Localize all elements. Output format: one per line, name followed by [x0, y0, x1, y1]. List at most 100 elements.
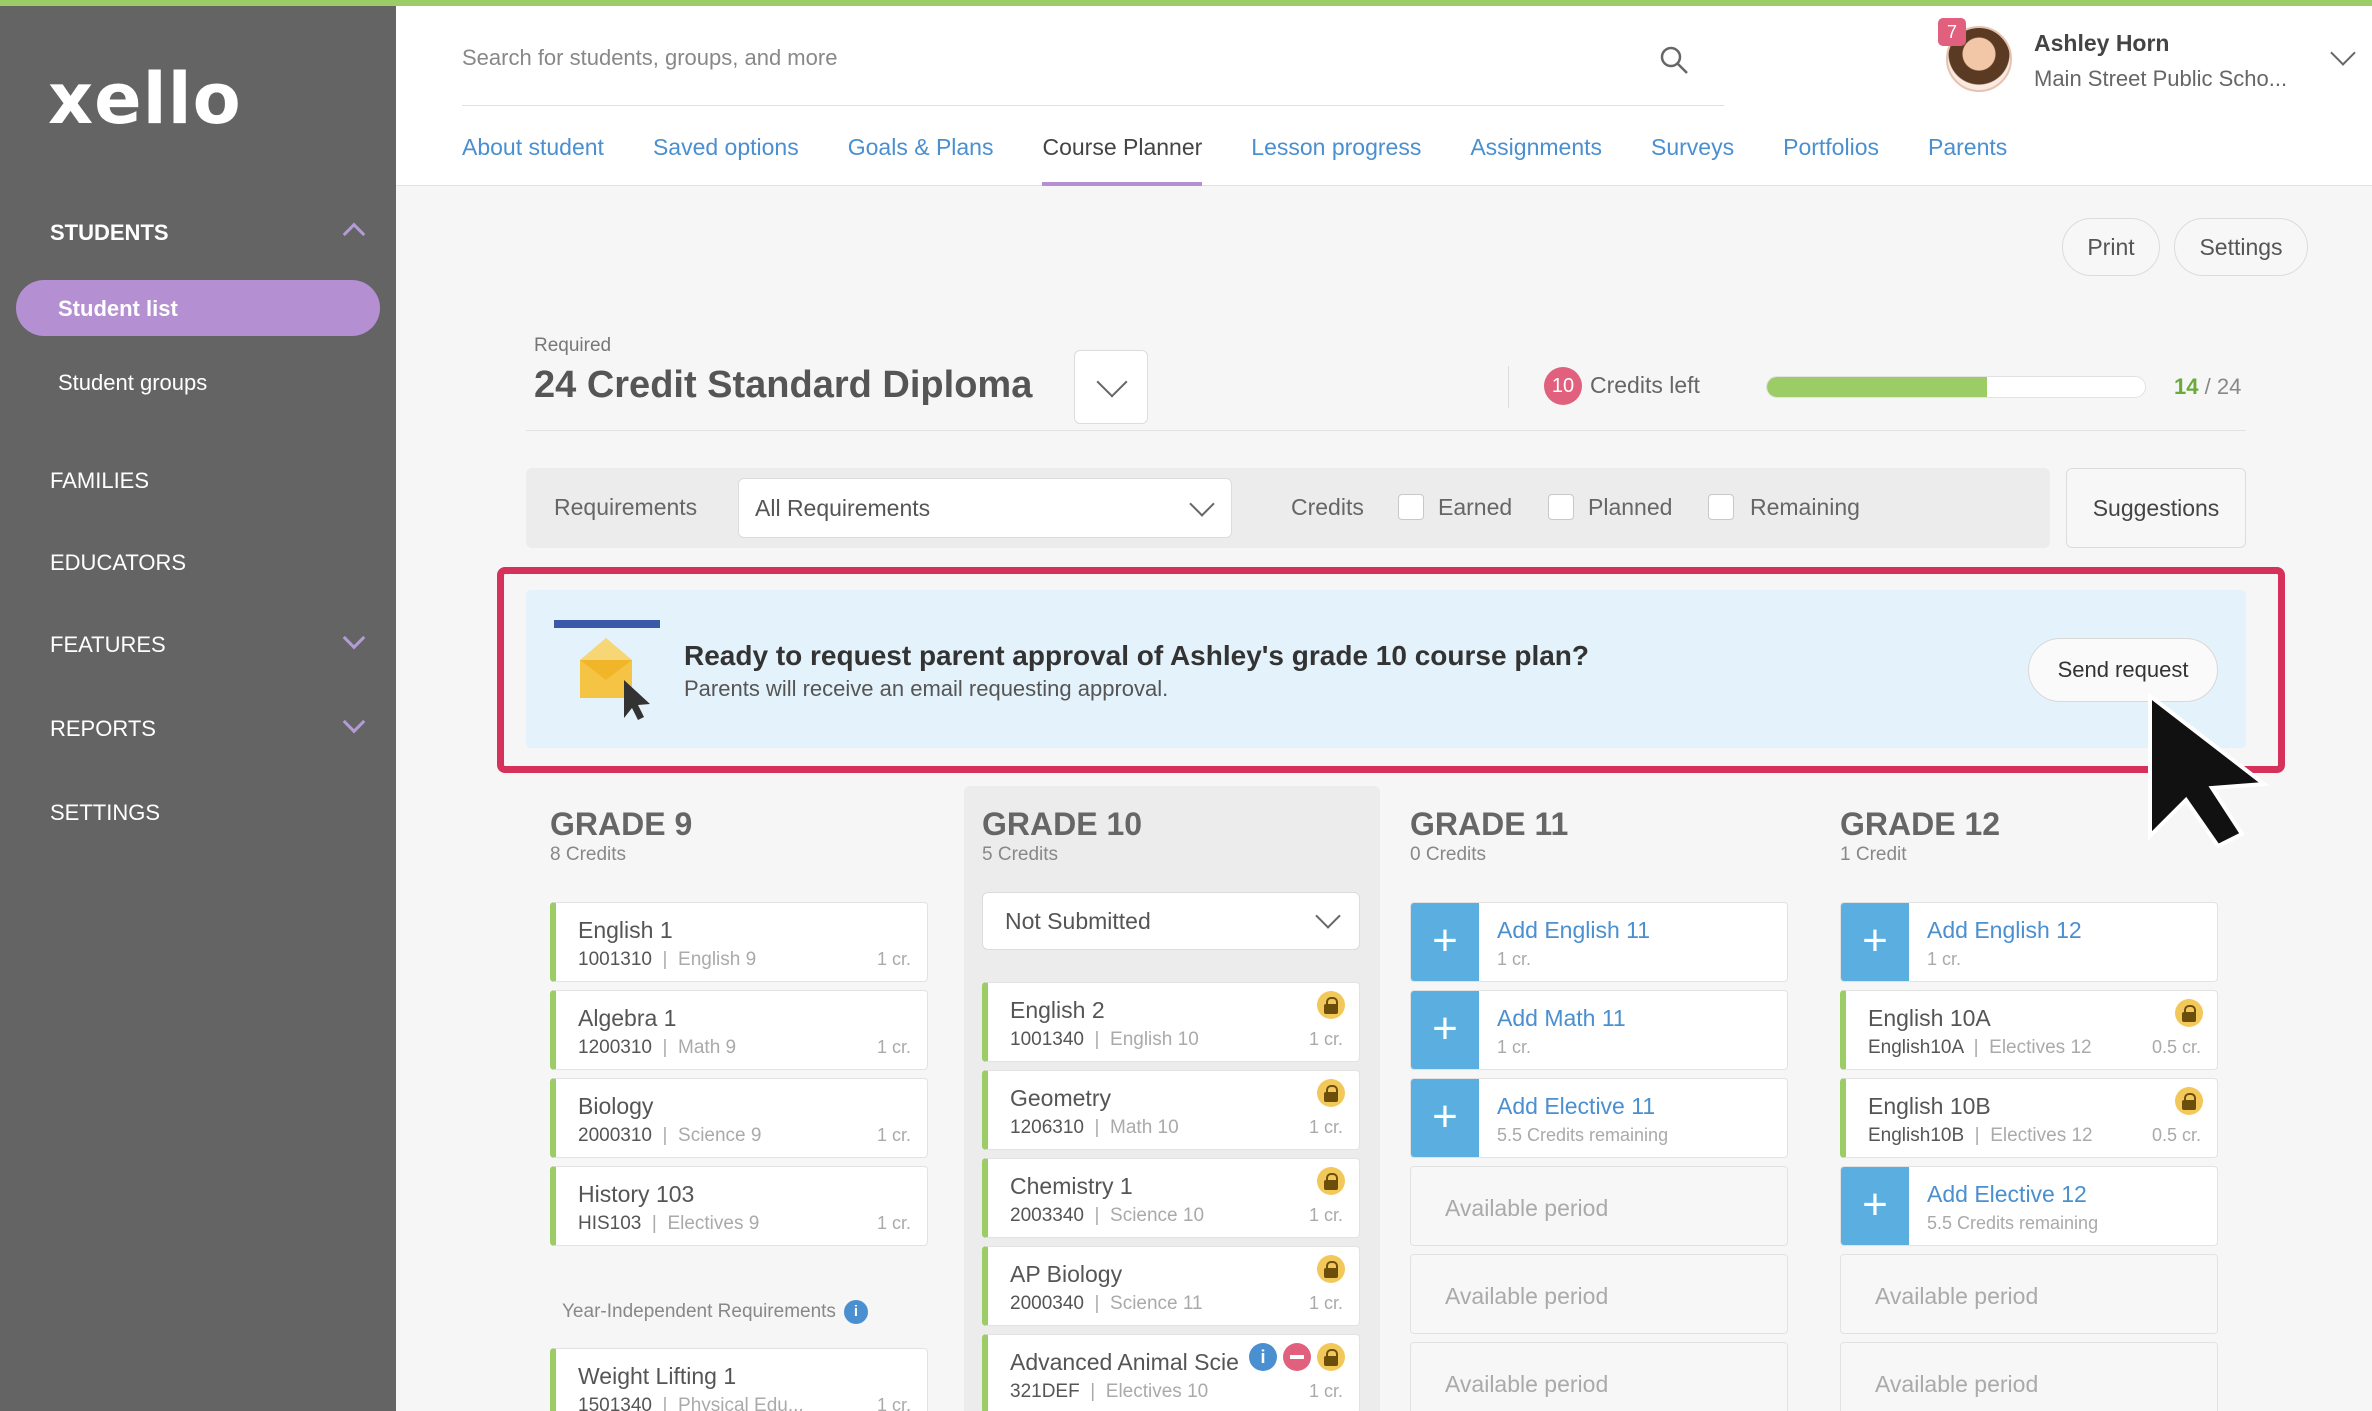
- tab-goals-plans[interactable]: Goals & Plans: [848, 126, 994, 186]
- remaining-label[interactable]: Remaining: [1750, 494, 1860, 521]
- plus-icon: +: [1841, 1167, 1909, 1245]
- grade-12-column: GRADE 12 1 Credit + Add English 12 1 cr.…: [1822, 786, 2238, 1411]
- add-course-title: Add Elective 12: [1927, 1181, 2087, 1207]
- add-course-button[interactable]: + Add Elective 11 5.5 Credits remaining: [1410, 1078, 1788, 1158]
- course-meta: 1206310 | Math 10: [1010, 1117, 1179, 1138]
- course-meta: 1200310 | Math 9: [578, 1037, 737, 1058]
- course-card[interactable]: English 10B English10B | Electives 12 0.…: [1840, 1078, 2218, 1158]
- course-code: 1206310: [1010, 1117, 1084, 1138]
- course-card[interactable]: History 103 HIS103 | Electives 9 1 cr.: [550, 1166, 928, 1246]
- available-period-slot[interactable]: Available period: [1410, 1254, 1788, 1334]
- nav-families[interactable]: FAMILIES: [50, 468, 149, 494]
- suggestions-button[interactable]: Suggestions: [2066, 468, 2246, 548]
- grade-credits: 0 Credits: [1410, 844, 1487, 865]
- diploma-dropdown[interactable]: [1074, 350, 1148, 424]
- chevron-down-icon: [1315, 903, 1341, 929]
- available-period-slot[interactable]: Available period: [1840, 1342, 2218, 1411]
- chevron-up-icon[interactable]: [342, 222, 366, 246]
- available-period-slot[interactable]: Available period: [1410, 1342, 1788, 1411]
- nav-features[interactable]: FEATURES: [50, 632, 166, 658]
- requirements-select[interactable]: All Requirements: [738, 478, 1232, 538]
- lock-icon: [2175, 999, 2203, 1027]
- course-subject: Electives 12: [1989, 1037, 2092, 1058]
- course-subject: English 10: [1110, 1029, 1199, 1050]
- course-card[interactable]: Biology 2000310 | Science 9 1 cr.: [550, 1078, 928, 1158]
- nav-settings[interactable]: SETTINGS: [50, 800, 160, 826]
- search-icon[interactable]: [1658, 44, 1690, 76]
- course-title: Weight Lifting 1: [578, 1363, 737, 1389]
- plus-icon: +: [1841, 903, 1909, 981]
- nav-educators[interactable]: EDUCATORS: [50, 550, 186, 576]
- sidebar-item-student-groups[interactable]: Student groups: [16, 354, 380, 410]
- course-card[interactable]: Chemistry 1 2003340 | Science 10 1 cr.: [982, 1158, 1360, 1238]
- course-card[interactable]: English 2 1001340 | English 10 1 cr.: [982, 982, 1360, 1062]
- course-code: 2000310: [578, 1125, 652, 1146]
- course-credits: 1 cr.: [1308, 1117, 1343, 1137]
- tab-about-student[interactable]: About student: [462, 126, 604, 186]
- remaining-checkbox[interactable]: [1708, 494, 1734, 520]
- print-button[interactable]: Print: [2062, 218, 2160, 276]
- add-course-button[interactable]: + Add English 11 1 cr.: [1410, 902, 1788, 982]
- course-subject: Math 9: [678, 1037, 737, 1058]
- remove-icon[interactable]: [1283, 1343, 1311, 1371]
- available-period-slot[interactable]: Available period: [1840, 1254, 2218, 1334]
- available-period-slot[interactable]: Available period: [1410, 1166, 1788, 1246]
- chevron-down-icon[interactable]: [2330, 40, 2356, 66]
- info-icon[interactable]: i: [1249, 1343, 1277, 1371]
- tab-course-planner[interactable]: Course Planner: [1042, 126, 1202, 186]
- course-credits: 1 cr.: [876, 1125, 911, 1145]
- course-meta: 321DEF | Electives 10: [1010, 1381, 1209, 1402]
- chevron-down-icon[interactable]: [342, 710, 366, 734]
- tab-portfolios[interactable]: Portfolios: [1783, 126, 1879, 186]
- tab-surveys[interactable]: Surveys: [1651, 126, 1734, 186]
- course-card[interactable]: Weight Lifting 1 1501340 | Physical Edu.…: [550, 1348, 928, 1411]
- tab-saved-options[interactable]: Saved options: [653, 126, 799, 186]
- xello-logo[interactable]: xello: [48, 58, 242, 140]
- tab-parents[interactable]: Parents: [1928, 126, 2007, 186]
- settings-button[interactable]: Settings: [2174, 218, 2308, 276]
- course-credits: 1 cr.: [876, 1213, 911, 1233]
- lock-icon: [1317, 1167, 1345, 1195]
- info-icon[interactable]: i: [843, 1300, 868, 1324]
- tab-lesson-progress[interactable]: Lesson progress: [1251, 126, 1421, 186]
- submission-status-select[interactable]: Not Submitted: [982, 892, 1360, 950]
- sidebar-item-student-list[interactable]: Student list: [16, 280, 380, 336]
- course-meta: 2003340 | Science 10: [1010, 1205, 1205, 1226]
- search-input[interactable]: [462, 36, 1612, 80]
- header: About student Saved options Goals & Plan…: [396, 6, 2372, 186]
- course-card[interactable]: AP Biology 2000340 | Science 11 1 cr.: [982, 1246, 1360, 1326]
- course-card[interactable]: English 10A English10A | Electives 12 0.…: [1840, 990, 2218, 1070]
- course-credits: 1 cr.: [1308, 1381, 1343, 1401]
- course-subject: Physical Edu...: [678, 1395, 804, 1411]
- course-meta: 2000310 | Science 9: [578, 1125, 762, 1146]
- course-title: Biology: [578, 1093, 654, 1119]
- planned-checkbox[interactable]: [1548, 494, 1574, 520]
- add-course-sub: 5.5 Credits remaining: [1927, 1213, 2099, 1233]
- course-card[interactable]: Geometry 1206310 | Math 10 1 cr.: [982, 1070, 1360, 1150]
- sidebar: xello STUDENTS Student list Student grou…: [0, 0, 396, 1411]
- nav-reports[interactable]: REPORTS: [50, 716, 156, 742]
- add-course-button[interactable]: + Add Math 11 1 cr.: [1410, 990, 1788, 1070]
- user-menu[interactable]: 7 Ashley Horn Main Street Public Scho...: [1938, 14, 2366, 98]
- credits-left-badge: 10: [1544, 367, 1582, 405]
- add-course-button[interactable]: + Add Elective 12 5.5 Credits remaining: [1840, 1166, 2218, 1246]
- tab-assignments[interactable]: Assignments: [1470, 126, 1602, 186]
- earned-checkbox[interactable]: [1398, 494, 1424, 520]
- earned-label[interactable]: Earned: [1438, 494, 1512, 521]
- course-code: English10B: [1868, 1125, 1965, 1146]
- course-card[interactable]: Advanced Animal Scie 321DEF | Electives …: [982, 1334, 1360, 1411]
- chevron-down-icon[interactable]: [342, 626, 366, 650]
- course-subject: Electives 10: [1105, 1381, 1209, 1402]
- nav-students[interactable]: STUDENTS: [50, 220, 169, 246]
- notification-badge[interactable]: 7: [1938, 18, 1966, 46]
- add-course-button[interactable]: + Add English 12 1 cr.: [1840, 902, 2218, 982]
- grade-title: GRADE 11: [1410, 806, 1569, 842]
- course-card[interactable]: Algebra 1 1200310 | Math 9 1 cr.: [550, 990, 928, 1070]
- planned-label[interactable]: Planned: [1588, 494, 1672, 521]
- grade-title: GRADE 9: [550, 806, 693, 842]
- course-code: 1200310: [578, 1037, 652, 1058]
- add-course-sub: 1 cr.: [1927, 949, 1962, 969]
- course-credits: 1 cr.: [876, 949, 911, 969]
- course-card[interactable]: English 1 1001310 | English 9 1 cr.: [550, 902, 928, 982]
- year-independent-text: Year-Independent Requirements: [562, 1301, 836, 1323]
